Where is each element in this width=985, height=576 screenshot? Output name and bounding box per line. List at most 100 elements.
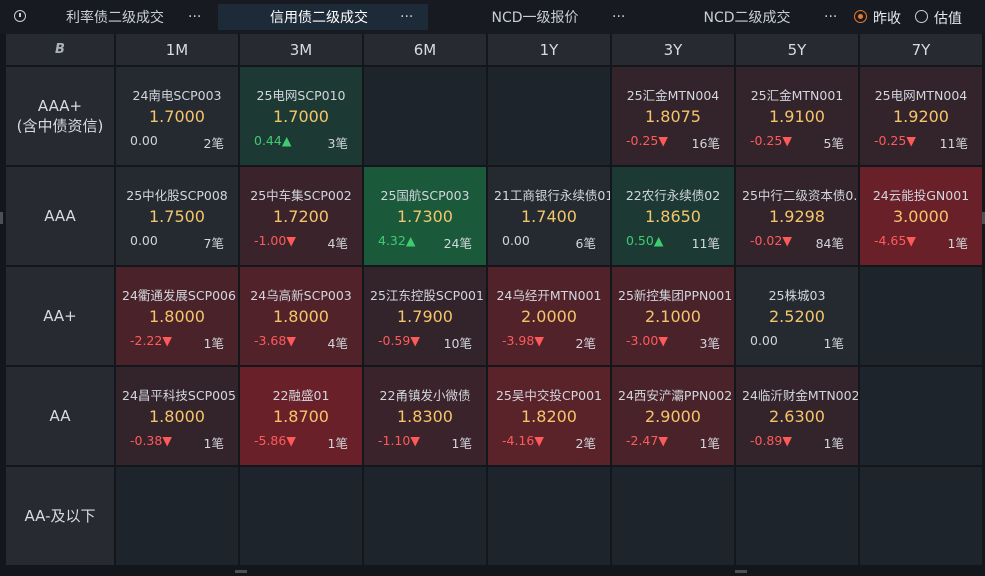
tab-rate-bond-more-icon[interactable]: ···: [188, 4, 201, 30]
resize-handle-icon[interactable]: [735, 570, 747, 573]
bond-change: 0.00: [502, 233, 530, 248]
empty-cell: [488, 67, 610, 165]
bond-cell[interactable]: 25电网SCP010 1.7000 0.44▲ 3笔: [240, 67, 362, 165]
bond-cell[interactable]: 24南电SCP003 1.7000 0.00 2笔: [116, 67, 238, 165]
bond-name: 24云能投GN001: [872, 188, 970, 203]
tab-ncd-primary-more-icon[interactable]: ···: [612, 4, 625, 30]
trade-count: 1笔: [327, 436, 348, 451]
radio-valuation[interactable]: [915, 10, 928, 23]
bond-name: 25中车集SCP002: [250, 188, 352, 203]
bond-name: 25电网SCP010: [256, 88, 346, 103]
tab-ncd-secondary-more-icon[interactable]: ···: [824, 4, 837, 30]
tab-rate-bond[interactable]: 利率债二级成交: [40, 4, 190, 30]
bond-price: 2.5200: [769, 307, 825, 326]
bond-price: 1.9100: [769, 107, 825, 126]
bond-change: 0.44▲: [254, 133, 292, 148]
resize-handle-icon[interactable]: [0, 212, 3, 224]
bond-price: 1.8075: [645, 107, 701, 126]
bond-price: 2.0000: [521, 307, 577, 326]
row-header-label: AAA: [44, 207, 76, 225]
tab-ncd-primary[interactable]: NCD一级报价: [460, 4, 610, 30]
bond-price: 1.8200: [521, 407, 577, 426]
bond-change: -3.00▼: [626, 333, 668, 348]
bond-change: -2.47▼: [626, 433, 668, 448]
bond-change: -2.22▼: [130, 333, 172, 348]
radio-prev-close[interactable]: [854, 10, 867, 23]
bond-change: -0.25▼: [626, 133, 668, 148]
bond-price: 1.7000: [273, 107, 329, 126]
bond-cell[interactable]: 24乌经开MTN001 2.0000 -3.98▼ 2笔: [488, 267, 610, 365]
bond-cell[interactable]: 25吴中交投CP001 1.8200 -4.16▼ 2笔: [488, 367, 610, 465]
bond-price: 1.9298: [769, 207, 825, 226]
bond-cell[interactable]: 25汇金MTN004 1.8075 -0.25▼ 16笔: [612, 67, 734, 165]
bond-cell[interactable]: 24乌高新SCP003 1.8000 -3.68▼ 4笔: [240, 267, 362, 365]
row-header-label: AAA+: [37, 97, 83, 115]
trade-count: 4笔: [327, 236, 348, 251]
bond-price: 1.7400: [521, 207, 577, 226]
bond-change: -5.86▼: [254, 433, 296, 448]
bond-name: 25新控集团PPN001: [618, 288, 733, 303]
bond-name: 22融盛01: [272, 388, 330, 403]
tab-ncd-secondary[interactable]: NCD二级成交: [672, 4, 822, 30]
bond-cell[interactable]: 25中车集SCP002 1.7200 -1.00▼ 4笔: [240, 167, 362, 265]
bond-price: 2.6300: [769, 407, 825, 426]
bond-price: 1.8000: [149, 307, 205, 326]
trade-count: 5笔: [823, 136, 844, 151]
bond-change: -3.98▼: [502, 333, 544, 348]
empty-cell: [860, 467, 982, 565]
bond-price: 2.9000: [645, 407, 701, 426]
bond-price: 1.8000: [149, 407, 205, 426]
radio-prev-close-label: 昨收: [873, 11, 901, 27]
trade-count: 2笔: [575, 436, 596, 451]
empty-cell: [612, 467, 734, 565]
bond-change: -4.65▼: [874, 233, 916, 248]
bond-price: 3.0000: [893, 207, 949, 226]
bond-name: 25国航SCP003: [380, 188, 470, 203]
empty-cell: [860, 367, 982, 465]
tab-credit-bond-more-icon[interactable]: ···: [400, 4, 413, 30]
bond-change: 0.00: [130, 233, 158, 248]
bond-cell[interactable]: 25中行二级资本债0... 1.9298 -0.02▼ 84笔: [736, 167, 858, 265]
empty-cell: [736, 467, 858, 565]
bond-cell[interactable]: 21工商银行永续债01 1.7400 0.00 6笔: [488, 167, 610, 265]
bond-cell[interactable]: 25江东控股SCP001 1.7900 -0.59▼ 10笔: [364, 267, 486, 365]
row-header-label: AA-及以下: [24, 507, 96, 525]
brand-logo-icon: B: [55, 42, 65, 57]
bond-cell[interactable]: 25株城03 2.5200 0.00 1笔: [736, 267, 858, 365]
bond-name: 24西安浐灞PPN002: [618, 388, 733, 403]
bond-cell[interactable]: 25新控集团PPN001 2.1000 -3.00▼ 3笔: [612, 267, 734, 365]
bond-price: 1.8300: [397, 407, 453, 426]
bond-cell[interactable]: 24昌平科技SCP005 1.8000 -0.38▼ 1笔: [116, 367, 238, 465]
bond-change: -0.25▼: [750, 133, 792, 148]
tab-credit-bond[interactable]: 信用债二级成交: [218, 4, 428, 30]
trade-count: 1笔: [823, 436, 844, 451]
bond-cell[interactable]: 22农行永续债02 1.8650 0.50▲ 11笔: [612, 167, 734, 265]
bond-cell[interactable]: 25国航SCP003 1.7300 4.32▲ 24笔: [364, 167, 486, 265]
bond-cell[interactable]: 25汇金MTN001 1.9100 -0.25▼ 5笔: [736, 67, 858, 165]
empty-cell: [860, 267, 982, 365]
bond-change: -0.59▼: [378, 333, 420, 348]
bond-cell[interactable]: 25中化股SCP008 1.7500 0.00 7笔: [116, 167, 238, 265]
bond-change: 4.32▲: [378, 233, 416, 248]
row-header: AAA: [6, 167, 114, 265]
bond-change: 0.50▲: [626, 233, 664, 248]
bond-name: 24南电SCP003: [132, 88, 222, 103]
bond-change: -4.16▼: [502, 433, 544, 448]
bond-cell[interactable]: 24临沂财金MTN002 2.6300 -0.89▼ 1笔: [736, 367, 858, 465]
bond-name: 25江东控股SCP001: [370, 288, 484, 303]
trade-count: 11笔: [939, 136, 968, 151]
info-icon[interactable]: [14, 10, 26, 22]
bond-price: 1.7200: [273, 207, 329, 226]
column-header-1M: 1M: [116, 34, 238, 65]
bond-cell[interactable]: 24衢通发展SCP006 1.8000 -2.22▼ 1笔: [116, 267, 238, 365]
column-header-3M: 3M: [240, 34, 362, 65]
bond-cell[interactable]: 25电网MTN004 1.9200 -0.25▼ 11笔: [860, 67, 982, 165]
bond-cell[interactable]: 24云能投GN001 3.0000 -4.65▼ 1笔: [860, 167, 982, 265]
bond-change: 0.00: [750, 333, 778, 348]
row-header: AA: [6, 367, 114, 465]
bond-cell[interactable]: 22融盛01 1.8700 -5.86▼ 1笔: [240, 367, 362, 465]
bond-cell[interactable]: 22甬镇发小微债 1.8300 -1.10▼ 1笔: [364, 367, 486, 465]
resize-handle-icon[interactable]: [235, 570, 247, 573]
bond-cell[interactable]: 24西安浐灞PPN002 2.9000 -2.47▼ 1笔: [612, 367, 734, 465]
column-header-5Y: 5Y: [736, 34, 858, 65]
